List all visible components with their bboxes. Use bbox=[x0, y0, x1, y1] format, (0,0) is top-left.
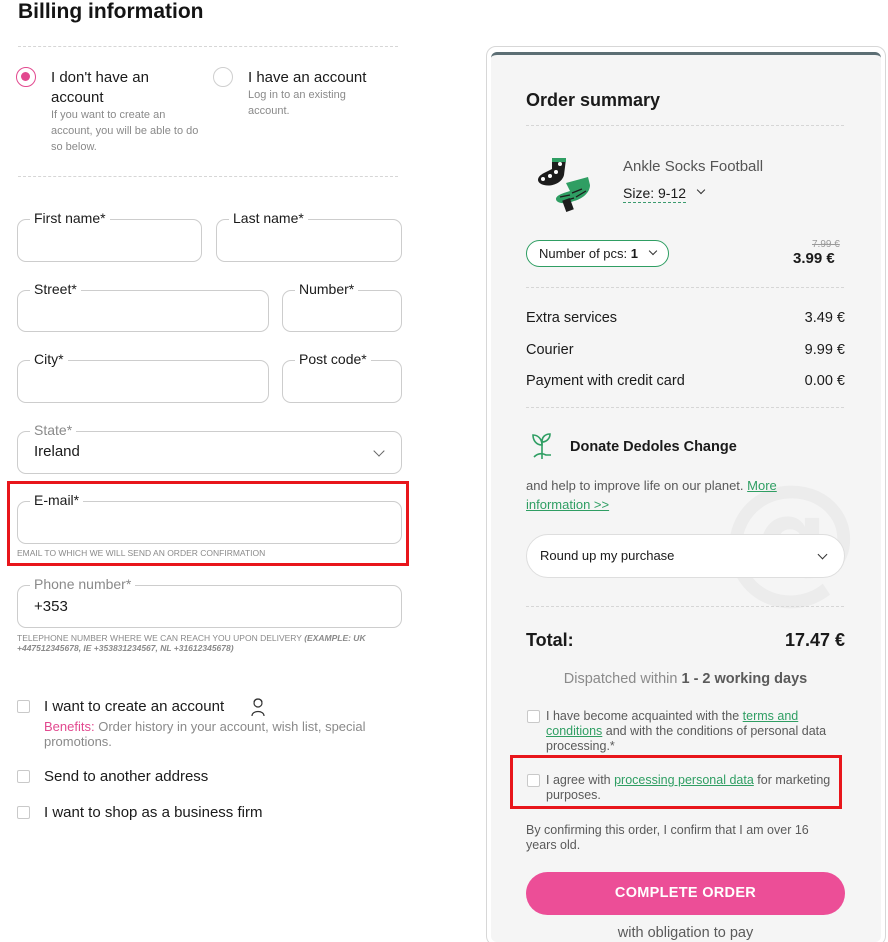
extra-services-value: 3.49 € bbox=[804, 310, 845, 326]
last-name-label: Last name* bbox=[229, 210, 308, 226]
radio-have-account-subtitle: Log in to an existing account. bbox=[248, 89, 346, 117]
another-address-label: Send to another address bbox=[44, 768, 209, 785]
street-label: Street* bbox=[30, 281, 81, 297]
total-value: 17.47 € bbox=[784, 630, 845, 650]
benefits-label: Benefits: bbox=[44, 719, 95, 734]
dispatch-days: 1 - 2 working days bbox=[681, 671, 808, 687]
divider bbox=[526, 407, 844, 408]
round-up-label: Round up my purchase bbox=[540, 548, 675, 563]
product-price: 3.99 € bbox=[793, 250, 835, 267]
quantity-selector[interactable]: Number of pcs: 1 bbox=[526, 240, 669, 267]
product-image bbox=[538, 158, 590, 213]
phone-hint-text: TELEPHONE NUMBER WHERE WE CAN REACH YOU … bbox=[17, 633, 302, 643]
divider bbox=[526, 606, 844, 607]
terms-text: I have become acquainted with the terms … bbox=[546, 709, 841, 754]
radio-have-account-title: I have an account bbox=[248, 69, 367, 86]
donate-text: and help to improve life on our planet. … bbox=[526, 476, 836, 514]
first-name-label: First name* bbox=[30, 210, 110, 226]
extra-services-label: Extra services bbox=[526, 310, 618, 326]
old-price: 7.99 € bbox=[812, 239, 840, 250]
another-address-checkbox[interactable] bbox=[17, 770, 30, 783]
plant-icon bbox=[532, 433, 551, 459]
radio-button-checked[interactable] bbox=[16, 67, 36, 87]
courier-value: 9.99 € bbox=[804, 342, 845, 358]
dispatch-prefix: Dispatched within bbox=[563, 671, 678, 687]
email-label: E-mail* bbox=[30, 492, 84, 508]
qty-value: 1 bbox=[630, 246, 639, 261]
marketing-text: I agree with processing personal data fo… bbox=[546, 773, 831, 803]
size-value: 9-12 bbox=[658, 185, 687, 201]
marketing-checkbox[interactable] bbox=[527, 774, 540, 787]
divider bbox=[18, 46, 398, 47]
divider bbox=[526, 125, 844, 126]
obligation-text: with obligation to pay bbox=[617, 925, 754, 941]
business-checkbox[interactable] bbox=[17, 806, 30, 819]
business-label: I want to shop as a business firm bbox=[44, 804, 263, 821]
radio-no-account-subtitle: If you want to create an account, you wi… bbox=[51, 109, 199, 153]
email-hint: EMAIL TO WHICH WE WILL SEND AN ORDER CON… bbox=[17, 548, 266, 558]
divider bbox=[18, 176, 398, 177]
radio-no-account-title: I don't have an account bbox=[51, 69, 149, 106]
create-account-label: I want to create an account bbox=[44, 698, 225, 715]
payment-label: Payment with credit card bbox=[526, 373, 685, 389]
phone-label: Phone number* bbox=[30, 576, 136, 592]
city-label: City* bbox=[30, 351, 68, 367]
payment-value: 0.00 € bbox=[804, 373, 845, 389]
dispatch-info: Dispatched within 1 - 2 working days bbox=[526, 671, 845, 687]
page-title: Billing information bbox=[18, 0, 204, 23]
age-notice: By confirming this order, I confirm that… bbox=[526, 823, 809, 852]
benefits-text: Benefits: Order history in your account,… bbox=[44, 719, 404, 749]
marketing-prefix: I agree with bbox=[546, 773, 611, 787]
state-value: Ireland bbox=[34, 443, 80, 460]
terms-prefix: I have become acquainted with the bbox=[546, 709, 740, 723]
radio-have-account[interactable]: I have an account Log in to an existing … bbox=[213, 66, 393, 126]
order-summary-title: Order summary bbox=[526, 90, 661, 110]
total-label: Total: bbox=[526, 630, 574, 650]
person-icon bbox=[251, 698, 265, 717]
processing-data-link[interactable]: processing personal data bbox=[614, 773, 754, 787]
donate-title: Donate Dedoles Change bbox=[570, 439, 737, 455]
number-label: Number* bbox=[295, 281, 359, 297]
divider bbox=[526, 287, 844, 288]
size-selector[interactable]: Size: 9-12 bbox=[623, 185, 687, 203]
qty-label: Number of pcs: bbox=[539, 246, 628, 261]
phone-hint: TELEPHONE NUMBER WHERE WE CAN REACH YOU … bbox=[17, 633, 402, 653]
complete-order-button[interactable]: COMPLETE ORDER bbox=[526, 872, 845, 915]
phone-value: +353 bbox=[34, 598, 68, 615]
radio-no-account[interactable]: I don't have an account If you want to c… bbox=[16, 66, 206, 158]
terms-checkbox[interactable] bbox=[527, 710, 540, 723]
courier-label: Courier bbox=[526, 342, 574, 358]
radio-button[interactable] bbox=[213, 67, 233, 87]
size-label: Size: bbox=[623, 185, 655, 201]
product-name: Ankle Socks Football bbox=[623, 158, 764, 175]
post-code-label: Post code* bbox=[295, 351, 371, 367]
donate-description: and help to improve life on our planet. bbox=[526, 478, 744, 493]
create-account-checkbox[interactable] bbox=[17, 700, 30, 713]
state-label: State* bbox=[30, 422, 77, 438]
